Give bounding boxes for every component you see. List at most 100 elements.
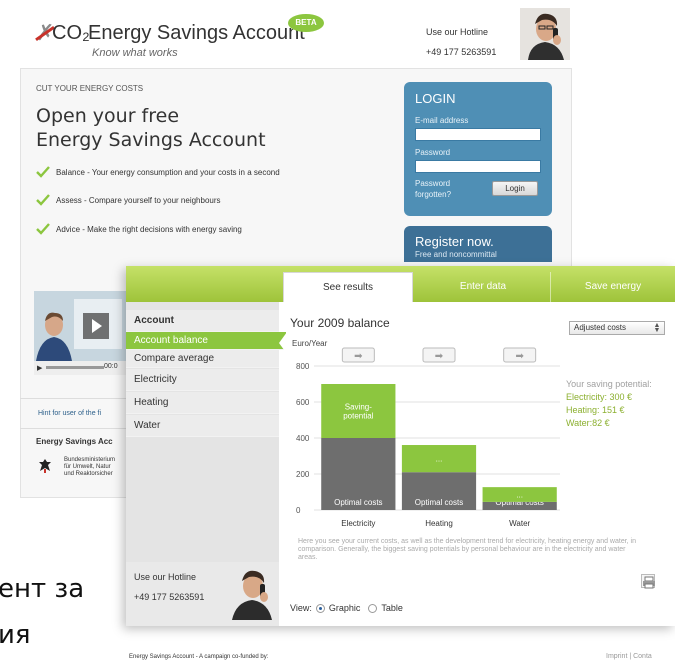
email-label: E-mail address [415, 116, 469, 125]
sidebar-hotline: Use our Hotline +49 177 5263591 [126, 562, 279, 626]
y-tick-label: 400 [296, 434, 310, 443]
sidebar-item-compare-average[interactable]: Compare average [126, 350, 279, 368]
hotline-top: Use our Hotline +49 177 5263591 [426, 22, 496, 62]
email-field[interactable] [415, 128, 541, 141]
right-arrow-icon: ➡ [435, 351, 444, 362]
beta-badge: BETA [288, 14, 324, 32]
y-tick-label: 800 [296, 362, 310, 371]
checkmark-icon [36, 166, 50, 178]
hotline-number: +49 177 5263591 [426, 47, 497, 57]
select-arrows-icon: ▲ ▼ [653, 322, 661, 334]
x-tick-label: Water [509, 519, 530, 528]
x-tick-label: Electricity [341, 519, 375, 528]
password-label: Password [415, 148, 451, 157]
logo-co2-text: CO₂ [52, 22, 90, 44]
video-player[interactable]: ▶ 00:0 [34, 291, 126, 375]
register-box[interactable]: Register now. Free and noncommittal [404, 226, 552, 262]
logo-tagline: Know what works [92, 47, 178, 59]
federal-eagle-icon [39, 459, 51, 473]
sidebar-item-heating[interactable]: Heating [126, 392, 279, 414]
login-button[interactable]: Login [492, 181, 538, 196]
cost-type-value: Adjusted costs [574, 323, 627, 332]
ministry-name: Bundesministerium für Umwelt, Natur und … [64, 457, 115, 478]
bar-segment-label: Optimal costs [334, 498, 382, 507]
logo[interactable]: ✗ CO₂ Energy Savings Account Know what w… [35, 14, 336, 64]
sidebar-item-water[interactable]: Water [126, 415, 279, 437]
hint-link[interactable]: Hint for user of the fi [38, 410, 101, 417]
register-title: Register now. [415, 234, 494, 249]
headline-line-2: Energy Savings Account [36, 129, 266, 151]
graphic-radio[interactable] [315, 603, 325, 613]
bar-segment-label: Saving- [345, 403, 372, 412]
video-play-small-icon[interactable]: ▶ [37, 364, 42, 372]
tab-bar: See results Enter data Save energy [126, 266, 675, 302]
footer: Energy Savings Account - A campaign co-f… [126, 640, 675, 663]
bullet-item: Advice - Make the right decisions with e… [36, 223, 242, 235]
checkmark-icon [36, 194, 50, 206]
bullet-text: Balance - Your energy consumption and yo… [56, 167, 280, 177]
ministry-line-2: für Umwelt, Natur [64, 464, 111, 470]
bullet-text: Advice - Make the right decisions with e… [56, 224, 242, 234]
sidebar-item-account-balance[interactable]: Account balance [126, 332, 287, 354]
view-toggle: View: Graphic Table [290, 603, 403, 613]
video-time: 00:0 [104, 363, 118, 370]
chart-description: Here you see your current costs, as well… [298, 538, 636, 561]
video-controls[interactable]: ▶ 00:0 [34, 361, 126, 375]
sidebar-item-electricity[interactable]: Electricity [126, 369, 279, 391]
footer-links[interactable]: Imprint | Conta [606, 653, 652, 660]
checkmark-icon [36, 223, 50, 235]
right-arrow-icon: ➡ [515, 351, 524, 362]
bar-segment-label: potential [343, 412, 373, 421]
hotline-avatar [226, 564, 278, 620]
page-title: Your 2009 balance [290, 316, 390, 330]
graphic-radio-label[interactable]: Graphic [329, 603, 361, 613]
landing-headline: Open your free Energy Savings Account [36, 104, 266, 152]
bar-segment-label: Optimal costs [415, 498, 463, 507]
landing-footer-label: Energy Savings Acc [36, 437, 113, 446]
bullet-text: Assess - Compare yourself to your neighb… [56, 195, 221, 205]
bar-segment-label: ... [516, 491, 523, 500]
forgot-line-1: Password [415, 179, 451, 188]
sidebar-item-account: Account [126, 310, 279, 332]
tab-see-results[interactable]: See results [283, 272, 413, 302]
play-icon[interactable] [83, 313, 109, 339]
balance-chart: 0 200 400 600 800 Optimal costs Saving-potenti… [296, 347, 560, 528]
right-arrow-icon: ➡ [354, 351, 363, 362]
saving-potential-heating: Heating: 151 € [566, 405, 625, 415]
x-tick-label: Heating [425, 519, 453, 528]
cut-costs-label: CUT YOUR ENERGY COSTS [36, 84, 144, 93]
saving-potential-heading: Your saving potential: [566, 379, 652, 389]
table-radio-label[interactable]: Table [381, 603, 403, 613]
tab-save-energy[interactable]: Save energy [551, 272, 675, 302]
logo-title: Energy Savings Account [88, 22, 305, 44]
print-icon[interactable] [641, 574, 655, 589]
cost-type-select[interactable]: Adjusted costs ▲ ▼ [569, 321, 665, 335]
forgot-line-2: forgotten? [415, 190, 452, 199]
tab-enter-data[interactable]: Enter data [416, 272, 550, 302]
ministry-line-3: und Reaktorsicher [64, 471, 113, 477]
hotline-label: Use our Hotline [426, 27, 489, 37]
footer-campaign: Energy Savings Account - A campaign co-f… [129, 654, 269, 660]
ministry-line-1: Bundesministerium [64, 457, 116, 463]
y-tick-label: 600 [296, 398, 310, 407]
bar-segment-label: ... [436, 455, 443, 464]
saving-potential-electricity: Electricity: 300 € [566, 392, 633, 402]
bullet-item: Balance - Your energy consumption and yo… [36, 166, 280, 178]
password-field[interactable] [415, 160, 541, 173]
saving-potential-water: Water:82 € [566, 418, 610, 428]
saving-potential: Your saving potential: Electricity: 300 … [566, 378, 652, 430]
sidebar-hotline-label: Use our Hotline [134, 572, 197, 582]
password-forgotten-link[interactable]: Password forgotten? [415, 178, 451, 200]
login-title: LOGIN [415, 91, 456, 106]
table-radio[interactable] [368, 603, 378, 613]
overlay-text-line-2: ия [0, 620, 31, 650]
headline-line-1: Open your free [36, 105, 180, 127]
bullet-item: Assess - Compare yourself to your neighb… [36, 194, 221, 206]
register-subtitle: Free and noncommittal [415, 250, 497, 259]
y-tick-label: 200 [296, 470, 310, 479]
sidebar-hotline-number: +49 177 5263591 [134, 592, 205, 602]
overlay-text-line-1: ент за [0, 574, 85, 604]
view-label: View: [290, 603, 312, 613]
login-box: LOGIN E-mail address Password Password f… [404, 82, 552, 216]
y-tick-label: 0 [296, 506, 301, 515]
